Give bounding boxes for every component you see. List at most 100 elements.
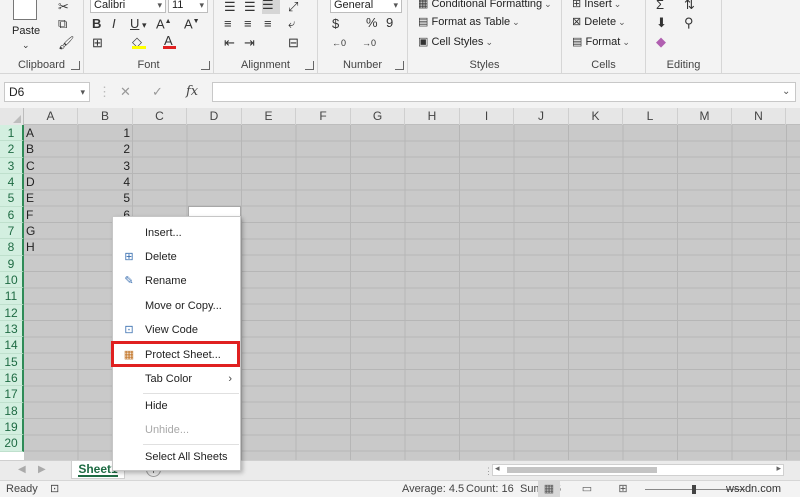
column-header-B[interactable]: B [78, 108, 133, 125]
column-header-N[interactable]: N [732, 108, 786, 125]
row-header-13[interactable]: 13 [0, 320, 24, 338]
align-top-icon[interactable]: ☰ [224, 0, 236, 14]
cell-A5[interactable]: E [26, 190, 34, 206]
number-format-dropdown[interactable]: General ▾ [330, 0, 402, 13]
column-header-D[interactable]: D [187, 108, 242, 125]
merge-center-icon[interactable]: ⊟ [288, 36, 299, 50]
row-header-4[interactable]: 4 [0, 173, 24, 191]
page-layout-icon[interactable]: ▭ [576, 481, 598, 497]
prev-sheet-icon[interactable]: ◀ [18, 464, 26, 475]
wrap-text-icon[interactable]: ⤶ [288, 17, 295, 31]
menu-rename[interactable]: ✎ Rename [113, 270, 240, 292]
percent-button[interactable]: % [366, 16, 378, 30]
row-header-14[interactable]: 14 [0, 337, 24, 354]
clipboard-launcher-icon[interactable] [71, 61, 80, 70]
row-header-6[interactable]: 6 [0, 206, 24, 223]
select-all-corner[interactable] [0, 108, 24, 125]
number-launcher-icon[interactable] [395, 61, 404, 70]
column-header-G[interactable]: G [351, 108, 405, 125]
increase-decimal-icon[interactable]: ←0 [332, 36, 346, 50]
alignment-launcher-icon[interactable] [305, 61, 314, 70]
bold-button[interactable]: B [92, 17, 101, 31]
row-header-10[interactable]: 10 [0, 271, 24, 289]
orientation-icon[interactable]: ⤢ [288, 0, 298, 14]
cell-A7[interactable]: G [26, 223, 35, 239]
underline-button[interactable]: U [130, 17, 139, 31]
column-header-J[interactable]: J [514, 108, 569, 125]
name-box[interactable]: D6 ▾ [4, 82, 90, 102]
formula-input[interactable] [212, 82, 796, 102]
expand-formula-bar-icon[interactable]: ⌄ [782, 85, 790, 99]
row-header-11[interactable]: 11 [0, 288, 24, 305]
row-header-2[interactable]: 2 [0, 141, 24, 158]
cell-A1[interactable]: A [26, 125, 34, 141]
sort-filter-icon[interactable]: ⇅ [684, 0, 695, 12]
decrease-decimal-icon[interactable]: →0 [362, 36, 376, 50]
cell-B5[interactable]: 5 [78, 190, 130, 206]
column-header-M[interactable]: M [678, 108, 732, 125]
cell-B4[interactable]: 4 [78, 174, 130, 190]
menu-tab-color[interactable]: Tab Color › [113, 368, 240, 390]
macro-record-icon[interactable]: ⊡ [50, 482, 59, 495]
row-header-17[interactable]: 17 [0, 386, 24, 403]
row-header-18[interactable]: 18 [0, 402, 24, 419]
menu-select-all-sheets[interactable]: Select All Sheets [113, 446, 240, 468]
format-as-table-button[interactable]: ▤ Format as Table ⌄ [418, 15, 520, 29]
align-center-icon[interactable]: ≡ [244, 17, 252, 31]
row-header-20[interactable]: 20 [0, 435, 24, 452]
scroll-left-icon[interactable]: ◂ [495, 463, 500, 474]
row-header-1[interactable]: 1 [0, 125, 24, 142]
borders-icon[interactable]: ⊞ [92, 36, 103, 50]
horizontal-scrollbar[interactable]: ◂ ▸ [492, 463, 784, 476]
cut-icon[interactable]: ✂ [58, 0, 69, 14]
enter-icon[interactable]: ✓ [152, 84, 163, 100]
row-header-8[interactable]: 8 [0, 239, 24, 256]
menu-view-code[interactable]: ⊡ View Code [113, 319, 240, 341]
align-bottom-icon[interactable]: ☰ [262, 0, 280, 14]
row-header-15[interactable]: 15 [0, 353, 24, 370]
cell-A6[interactable]: F [26, 207, 33, 223]
menu-insert[interactable]: Insert... [113, 222, 240, 244]
row-header-12[interactable]: 12 [0, 304, 24, 321]
cell-A4[interactable]: D [26, 174, 35, 190]
column-header-H[interactable]: H [405, 108, 460, 125]
paste-icon[interactable] [13, 0, 37, 20]
row-header-5[interactable]: 5 [0, 190, 24, 207]
cell-styles-button[interactable]: ▣ Cell Styles ⌄ [418, 35, 493, 49]
next-sheet-icon[interactable]: ▶ [38, 464, 46, 475]
column-header-C[interactable]: C [133, 108, 187, 125]
comma-button[interactable]: 9 [386, 16, 393, 30]
decrease-font-icon[interactable]: A▼ [184, 15, 200, 31]
row-header-7[interactable]: 7 [0, 222, 24, 240]
cancel-icon[interactable]: ✕ [120, 84, 131, 100]
format-painter-icon[interactable]: 🖌 [58, 36, 75, 50]
delete-cells-button[interactable]: ⊠ Delete ⌄ [572, 15, 626, 29]
menu-hide[interactable]: Hide [113, 395, 240, 417]
increase-indent-icon[interactable]: ⇥ [244, 36, 255, 50]
paste-button[interactable]: Paste [12, 24, 40, 38]
cell-A8[interactable]: H [26, 239, 35, 255]
cell-B1[interactable]: 1 [78, 125, 130, 141]
insert-cells-button[interactable]: ⊞ Insert ⌄ [572, 0, 621, 11]
normal-view-icon[interactable]: ▦ [538, 481, 560, 497]
fill-icon[interactable]: ⬇ [656, 16, 667, 30]
font-name-dropdown[interactable]: Calibri ▾ [90, 0, 166, 13]
paste-dropdown-icon[interactable]: ⌄ [22, 38, 30, 52]
column-header-A[interactable]: A [24, 108, 78, 125]
menu-delete[interactable]: ⊞ Delete [113, 246, 240, 268]
column-header-F[interactable]: F [296, 108, 351, 125]
name-box-dropdown-icon[interactable]: ▾ [80, 83, 85, 101]
column-header-I[interactable]: I [460, 108, 514, 125]
column-header-K[interactable]: K [569, 108, 623, 125]
cell-A2[interactable]: B [26, 141, 34, 157]
column-header-E[interactable]: E [242, 108, 296, 125]
underline-dropdown-icon[interactable]: ▾ [142, 18, 147, 32]
row-header-3[interactable]: 3 [0, 157, 24, 174]
row-header-19[interactable]: 19 [0, 418, 24, 436]
menu-move-copy[interactable]: Move or Copy... [113, 295, 240, 317]
cell-B3[interactable]: 3 [78, 158, 130, 174]
zoom-slider-knob[interactable] [692, 485, 696, 494]
row-header-16[interactable]: 16 [0, 369, 24, 387]
font-launcher-icon[interactable] [201, 61, 210, 70]
decrease-indent-icon[interactable]: ⇤ [224, 36, 235, 50]
